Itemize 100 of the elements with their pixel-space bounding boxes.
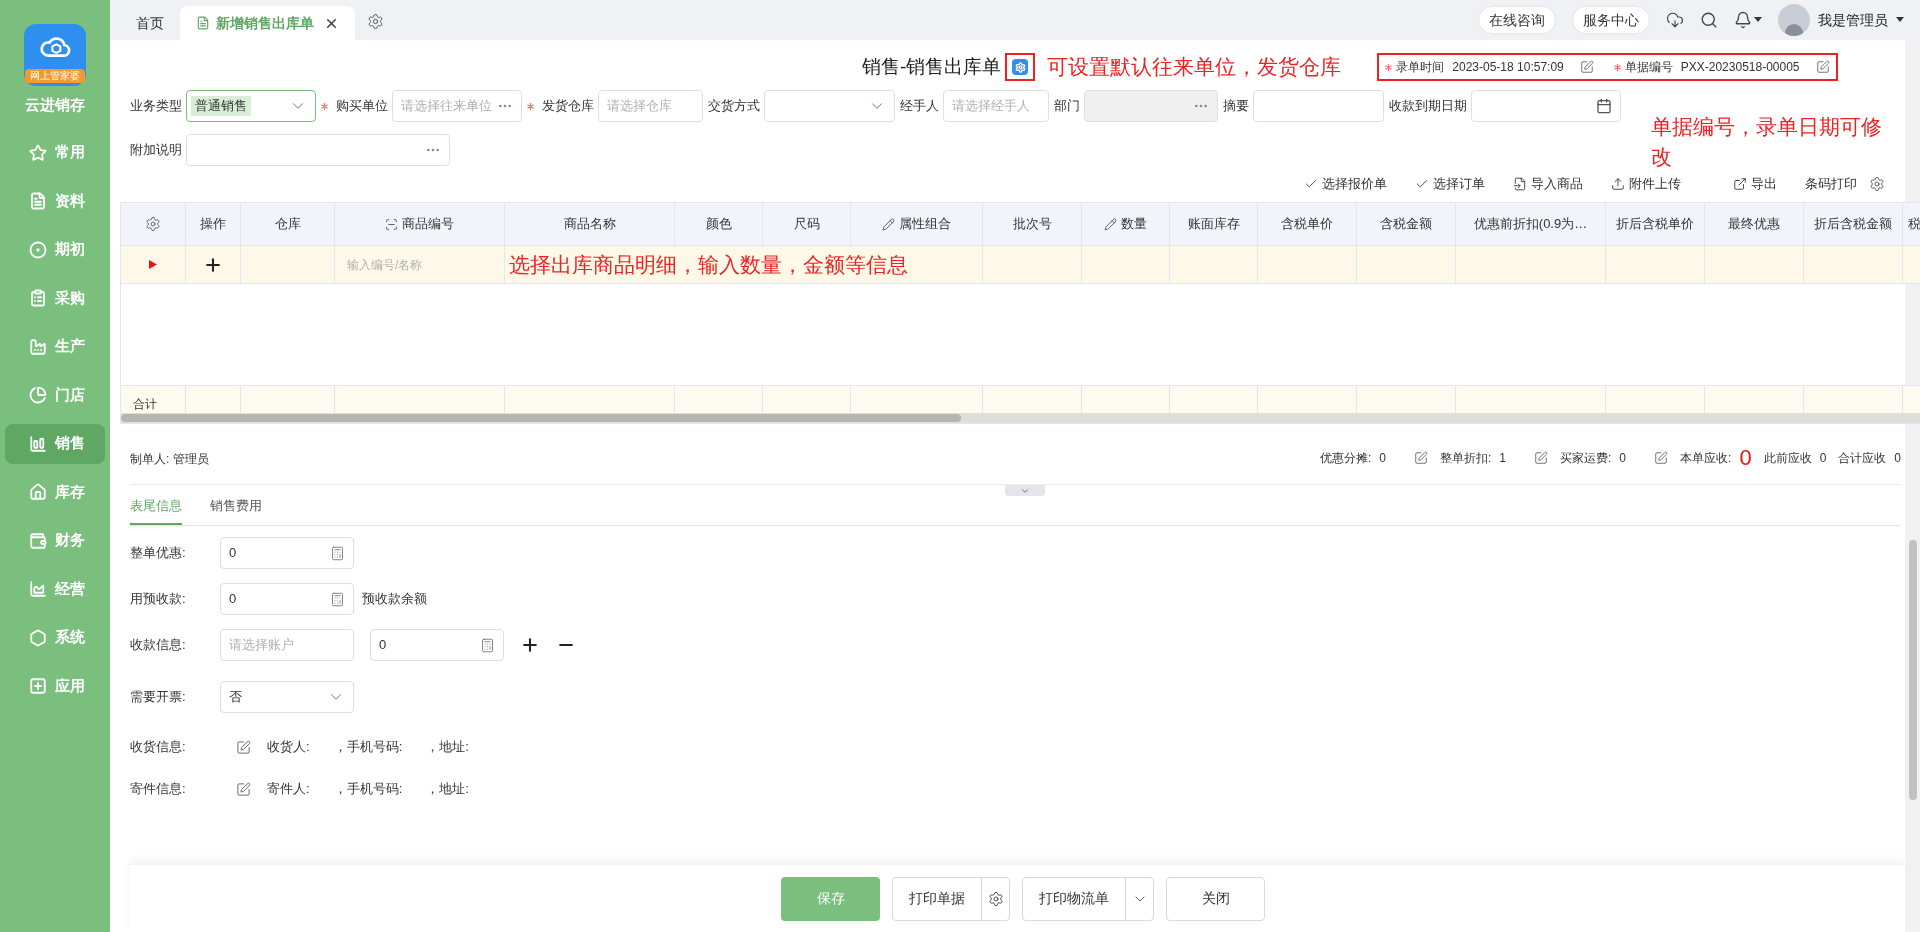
creator-label: 制单人: 管理员	[130, 451, 209, 468]
toolbar-button[interactable]: 条码打印	[1805, 174, 1857, 194]
top-button[interactable]: 服务中心	[1572, 6, 1650, 34]
select-field[interactable]: 否	[220, 681, 354, 713]
sidebar-item[interactable]: 资料	[5, 181, 105, 221]
settings-icon[interactable]	[1012, 59, 1029, 75]
number-field[interactable]: 0	[220, 537, 354, 569]
close-button[interactable]: 关闭	[1166, 876, 1265, 921]
area-chart-icon	[29, 580, 47, 598]
scan-icon	[385, 217, 398, 231]
meta-value: PXX-20230518-00005	[1680, 59, 1800, 76]
top-button[interactable]: 在线咨询	[1478, 6, 1556, 34]
toolbar-button[interactable]: 选择订单	[1415, 174, 1485, 194]
toolbar-button[interactable]: 导入商品	[1513, 174, 1583, 194]
hexagon-icon	[29, 628, 47, 647]
annotation-text: 单据编号，录单日期可修改	[1651, 114, 1883, 170]
toolbar-button[interactable]: 导出	[1733, 174, 1777, 194]
logo-badge: 网上管家婆	[25, 69, 85, 83]
contact-label: ，手机号码:	[333, 780, 403, 799]
factory-icon	[29, 337, 47, 356]
pie-chart-icon	[29, 386, 47, 404]
summary-value: 0	[1619, 450, 1627, 467]
field-label: 摘要	[1223, 97, 1249, 116]
input-field[interactable]: 请选择经手人	[943, 90, 1049, 122]
pencil-icon	[882, 217, 895, 231]
select-field[interactable]	[764, 90, 895, 122]
input-field[interactable]: 请选择仓库	[598, 90, 703, 122]
user-name[interactable]: 我是管理员	[1818, 9, 1888, 31]
sidebar-item[interactable]: 门店	[5, 375, 105, 415]
contact-label: ，地址:	[426, 738, 469, 757]
row-pointer-icon	[149, 260, 157, 269]
section-tab[interactable]: 销售费用	[210, 495, 262, 525]
avatar[interactable]	[1778, 4, 1810, 36]
edit-icon[interactable]	[1654, 451, 1669, 465]
calculator-icon	[480, 637, 495, 653]
toolbar-button[interactable]: 选择报价单	[1304, 174, 1387, 194]
form-label: 收款信息:	[130, 636, 187, 655]
app-name: 云进销存	[25, 95, 85, 115]
summary-label: 合计应收	[1838, 450, 1887, 467]
check-icon	[1304, 177, 1318, 191]
settings-icon[interactable]	[367, 13, 384, 30]
calculator-icon	[330, 545, 345, 561]
field-label: 购买单位	[336, 97, 388, 116]
settings-icon[interactable]	[1869, 176, 1885, 192]
sidebar-item[interactable]: 销售	[5, 423, 105, 464]
wallet-icon	[29, 531, 47, 550]
field-label: 部门	[1054, 97, 1080, 116]
page-tab[interactable]: 新增销售出库单	[180, 6, 355, 40]
collapse-handle[interactable]	[1005, 485, 1045, 496]
summary-value: 0	[1739, 448, 1752, 468]
edit-icon[interactable]	[1579, 60, 1594, 74]
number-field[interactable]: 0	[370, 629, 504, 661]
star-icon	[29, 143, 47, 162]
save-button[interactable]: 保存	[781, 876, 880, 921]
input-field[interactable]	[1253, 90, 1384, 122]
number-field[interactable]: 0	[220, 583, 354, 615]
summary-label: 此前应收	[1763, 450, 1812, 467]
select-field[interactable]: 普通销售	[186, 90, 316, 122]
cloud-download-icon[interactable]	[1666, 11, 1684, 29]
contact-label: ，手机号码:	[333, 738, 403, 757]
page-tab[interactable]: 首页	[120, 6, 180, 40]
input-field[interactable]	[186, 134, 450, 166]
edit-icon[interactable]	[1815, 60, 1830, 74]
date-field[interactable]	[1471, 90, 1621, 122]
sidebar-item[interactable]: 应用	[5, 666, 105, 706]
sidebar-item[interactable]: 生产	[5, 326, 105, 367]
export-icon	[1733, 177, 1747, 191]
contact-label: ，地址:	[426, 780, 469, 799]
search-icon[interactable]	[1700, 11, 1718, 29]
edit-icon[interactable]	[236, 781, 251, 797]
edit-icon[interactable]	[1413, 451, 1428, 465]
settings-icon[interactable]	[145, 216, 161, 232]
field-label: 收款到期日期	[1389, 97, 1467, 116]
table-cell[interactable]: 输入编号/名称	[335, 246, 505, 283]
edit-icon[interactable]	[1534, 451, 1548, 465]
sidebar-item[interactable]: 常用	[5, 132, 105, 173]
account-field[interactable]: 请选择账户	[220, 629, 354, 661]
form-label: 用预收款:	[130, 590, 187, 609]
sidebar-item[interactable]: 经营	[5, 569, 105, 609]
sidebar-item[interactable]: 期初	[5, 229, 105, 270]
sidebar-item[interactable]: 财务	[5, 520, 105, 561]
contact-label: 寄件人:	[267, 780, 310, 799]
check-icon	[1415, 177, 1429, 191]
toolbar-button[interactable]: 附件上传	[1611, 174, 1681, 194]
horizontal-scrollbar[interactable]	[121, 413, 1920, 423]
input-field[interactable]: 请选择往来单位	[392, 90, 522, 122]
edit-icon[interactable]	[236, 739, 251, 755]
bell-icon[interactable]	[1734, 11, 1752, 29]
section-tab[interactable]: 表尾信息	[130, 495, 182, 525]
contact-label: 收货人:	[267, 738, 310, 757]
meta-label: 录单时间	[1396, 59, 1445, 76]
form-label: 收货信息:	[130, 738, 187, 757]
form-label: 寄件信息:	[130, 780, 187, 799]
sidebar-item[interactable]: 采购	[5, 278, 105, 318]
sidebar-item[interactable]: 系统	[5, 617, 105, 658]
plus-icon[interactable]	[520, 635, 540, 655]
field-label: 发货仓库	[542, 97, 594, 116]
sidebar-item[interactable]: 库存	[5, 472, 105, 512]
annotation-text: 可设置默认往来单位，发货仓库	[1047, 54, 1342, 81]
meta-value: 2023-05-18 10:57:09	[1452, 59, 1564, 76]
